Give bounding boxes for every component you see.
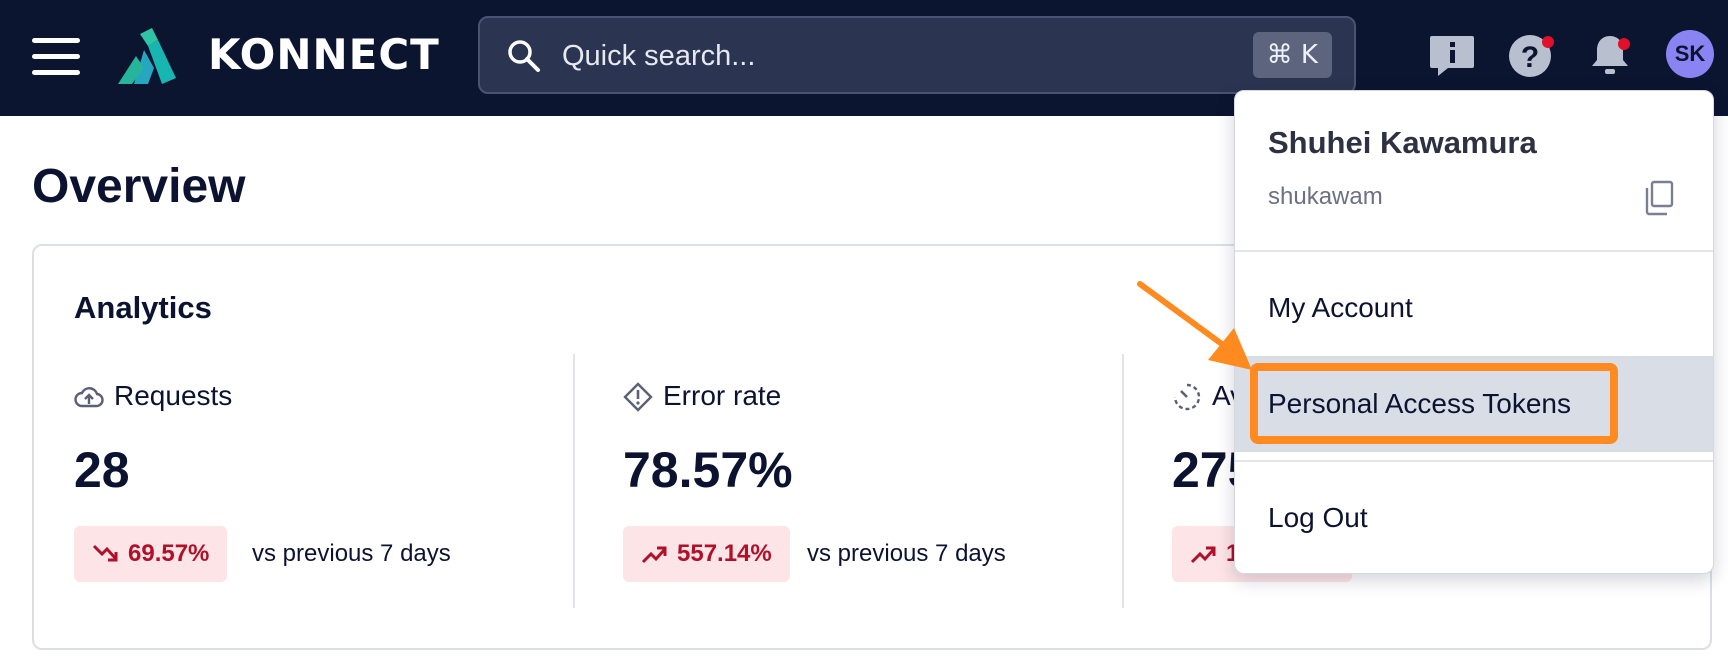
notification-bell-icon[interactable]	[1586, 30, 1634, 78]
trend-value: 557.14%	[677, 540, 772, 567]
menu-separator	[1235, 250, 1713, 252]
metric-divider	[573, 354, 575, 608]
search-shortcut-badge: ⌘ K	[1252, 32, 1332, 78]
menu-separator	[1235, 460, 1713, 462]
user-avatar[interactable]: SK	[1666, 30, 1714, 78]
metric-value-error-rate: 78.57%	[623, 442, 793, 498]
menu-icon[interactable]	[32, 36, 80, 76]
quick-search-input[interactable]: Quick search... ⌘ K	[478, 16, 1356, 94]
trend-badge-error-rate: 557.14%	[623, 526, 790, 582]
latency-gauge-icon	[1173, 383, 1201, 411]
konnect-logo-icon[interactable]	[118, 28, 182, 84]
search-placeholder: Quick search...	[562, 40, 756, 72]
trend-badge-requests: 69.57%	[74, 526, 228, 582]
help-notification-dot	[1542, 36, 1554, 48]
trend-down-icon	[92, 544, 118, 562]
annotation-arrow-icon	[1137, 281, 1252, 370]
bell-notification-dot	[1618, 38, 1630, 50]
metric-divider	[1122, 354, 1124, 608]
trend-value: 69.57%	[128, 540, 210, 567]
feedback-icon[interactable]	[1428, 30, 1476, 78]
brand-name[interactable]: KONNECT	[208, 30, 440, 80]
menu-item-log-out[interactable]: Log Out	[1268, 500, 1368, 536]
comparison-text: vs previous 7 days	[807, 540, 1006, 567]
metric-label-requests: Requests	[114, 380, 233, 411]
trend-up-icon	[641, 546, 667, 564]
warning-diamond-icon	[623, 382, 653, 412]
comparison-text: vs previous 7 days	[252, 540, 451, 567]
metric-value-requests: 28	[74, 442, 130, 498]
highlight-box	[1250, 363, 1618, 444]
analytics-title: Analytics	[74, 290, 212, 325]
trend-up-icon	[1190, 546, 1216, 564]
page-title: Overview	[32, 160, 246, 213]
cloud-upload-icon	[74, 387, 104, 408]
search-icon	[508, 40, 540, 72]
copy-icon[interactable]	[1642, 180, 1674, 216]
menu-item-my-account[interactable]: My Account	[1268, 290, 1413, 326]
help-icon[interactable]: ?	[1506, 30, 1554, 78]
user-full-name: Shuhei Kawamura	[1268, 125, 1537, 160]
username: shukawam	[1268, 183, 1383, 210]
metric-label-error-rate: Error rate	[663, 380, 782, 411]
svg-text:?: ?	[1521, 41, 1539, 74]
